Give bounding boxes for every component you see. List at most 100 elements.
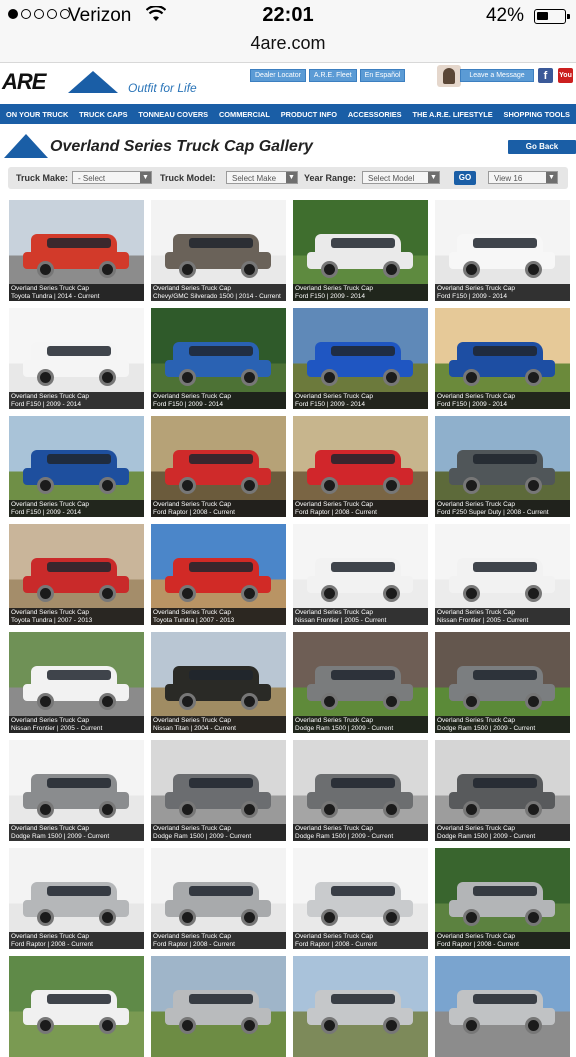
ios-status-bar: Verizon 22:01 42%	[0, 0, 576, 32]
view-count-select[interactable]: View 16 ▼	[488, 171, 558, 184]
gallery-tile[interactable]: Overland Series Truck Cap Nissan Frontier…	[435, 524, 570, 625]
year-range-select[interactable]: Select Model ▼	[362, 171, 440, 184]
gallery-tile[interactable]: Overland Series Truck Cap Dodge Ram 1500 …	[435, 740, 570, 841]
gallery-tile[interactable]: Overland Series Truck Cap Ford F250 Super…	[435, 416, 570, 517]
gallery-tile[interactable]: Overland Series Truck Cap Toyota Tundra |…	[151, 524, 286, 625]
tile-caption: Overland Series Truck Cap Dodge Ram 1500 …	[435, 824, 570, 841]
facebook-icon[interactable]: f	[538, 68, 553, 83]
support-avatar	[437, 65, 461, 87]
gallery-title-row: Overland Series Truck Cap Gallery	[0, 130, 576, 164]
caption-vehicle: Ford F150 | 2009 - 2014	[11, 509, 81, 516]
truck-photo[interactable]	[151, 956, 286, 1057]
truck-make-label: Truck Make:	[16, 173, 69, 183]
caption-title: Overland Series Truck Cap	[295, 717, 374, 724]
gallery-tile[interactable]: Overland Series Truck Cap Ford F150 | 200…	[435, 200, 570, 301]
gallery-tile[interactable]	[293, 956, 428, 1057]
caption-vehicle: Ford F150 | 2009 - 2014	[437, 401, 507, 408]
nav-shopping-tools[interactable]: SHOPPING TOOLS	[504, 110, 570, 119]
gallery-tile[interactable]: Overland Series Truck Cap Chevy/GMC Silve…	[151, 200, 286, 301]
gallery-tile[interactable]: Overland Series Truck Cap Dodge Ram 1500 …	[435, 632, 570, 733]
truck-model-select[interactable]: Select Make ▼	[226, 171, 298, 184]
address-bar[interactable]: 4are.com	[0, 32, 576, 63]
gallery-tile[interactable]: Overland Series Truck Cap Ford Raptor | 2…	[293, 416, 428, 517]
tile-caption: Overland Series Truck Cap Toyota Tundra |…	[9, 608, 144, 625]
nav-accessories[interactable]: ACCESSORIES	[348, 110, 402, 119]
gallery-tile[interactable]	[435, 956, 570, 1057]
gallery-tile[interactable]: Overland Series Truck Cap Ford Raptor | 2…	[9, 848, 144, 949]
caption-vehicle: Dodge Ram 1500 | 2009 - Current	[295, 833, 394, 840]
caption-vehicle: Ford F150 | 2009 - 2014	[153, 401, 223, 408]
caption-title: Overland Series Truck Cap	[153, 609, 232, 616]
gallery-tile[interactable]: Overland Series Truck Cap Ford F150 | 200…	[435, 308, 570, 409]
caption-title: Overland Series Truck Cap	[11, 285, 90, 292]
go-back-button[interactable]: Go Back	[508, 140, 576, 154]
caption-title: Overland Series Truck Cap	[295, 825, 374, 832]
espanol-link[interactable]: En Español	[359, 69, 406, 82]
gallery-tile[interactable]	[9, 956, 144, 1057]
nav-are-lifestyle[interactable]: THE A.R.E. LIFESTYLE	[412, 110, 492, 119]
nav-tonneau-covers[interactable]: TONNEAU COVERS	[138, 110, 208, 119]
url-text[interactable]: 4are.com	[0, 32, 576, 54]
caption-title: Overland Series Truck Cap	[437, 609, 516, 616]
go-button[interactable]: GO	[454, 171, 476, 185]
truck-make-select[interactable]: - Select ▼	[72, 171, 152, 184]
tile-caption: Overland Series Truck Cap Dodge Ram 1500 …	[9, 824, 144, 841]
truck-photo[interactable]	[435, 956, 570, 1057]
caption-title: Overland Series Truck Cap	[11, 609, 90, 616]
gallery-tile[interactable]: Overland Series Truck Cap Ford Raptor | 2…	[435, 848, 570, 949]
gallery-tile[interactable]: Overland Series Truck Cap Nissan Frontier…	[9, 632, 144, 733]
truck-photo[interactable]	[293, 956, 428, 1057]
tile-caption: Overland Series Truck Cap Dodge Ram 1500 …	[293, 824, 428, 841]
gallery-tile[interactable]: Overland Series Truck Cap Ford F150 | 200…	[293, 200, 428, 301]
tile-caption: Overland Series Truck Cap Nissan Frontier…	[435, 608, 570, 625]
gallery-tile[interactable]: Overland Series Truck Cap Nissan Titan | …	[151, 632, 286, 733]
gallery-tile[interactable]: Overland Series Truck Cap Ford F150 | 200…	[151, 308, 286, 409]
gallery-tile[interactable]	[151, 956, 286, 1057]
caption-title: Overland Series Truck Cap	[11, 393, 90, 400]
gallery-tile[interactable]: Overland Series Truck Cap Ford F150 | 200…	[9, 308, 144, 409]
gallery-tile[interactable]: Overland Series Truck Cap Ford Raptor | 2…	[293, 848, 428, 949]
gallery-tile[interactable]: Overland Series Truck Cap Ford Raptor | 2…	[151, 848, 286, 949]
caption-title: Overland Series Truck Cap	[437, 717, 516, 724]
caption-title: Overland Series Truck Cap	[153, 285, 232, 292]
gallery-tile[interactable]: Overland Series Truck Cap Toyota Tundra |…	[9, 200, 144, 301]
caption-title: Overland Series Truck Cap	[437, 501, 516, 508]
gallery-tile[interactable]: Overland Series Truck Cap Dodge Ram 1500 …	[9, 740, 144, 841]
site-header: ARE Outfit for Life Dealer Locator A.R.E…	[0, 63, 576, 104]
tile-caption: Overland Series Truck Cap Nissan Frontier…	[293, 608, 428, 625]
battery-percent: 42%	[485, 5, 524, 26]
gallery-tile[interactable]: Overland Series Truck Cap Dodge Ram 1500 …	[293, 632, 428, 733]
truck-model-label: Truck Model:	[160, 173, 216, 183]
dealer-locator-link[interactable]: Dealer Locator	[250, 69, 306, 82]
leave-message-button[interactable]: Leave a Message	[460, 69, 534, 82]
gallery-tile[interactable]: Overland Series Truck Cap Dodge Ram 1500 …	[293, 740, 428, 841]
nav-truck-caps[interactable]: TRUCK CAPS	[79, 110, 127, 119]
gallery-tile[interactable]: Overland Series Truck Cap Ford F150 | 200…	[9, 416, 144, 517]
caption-vehicle: Dodge Ram 1500 | 2009 - Current	[295, 725, 394, 732]
tagline: Outfit for Life	[128, 81, 197, 95]
gallery-tile[interactable]: Overland Series Truck Cap Ford Raptor | 2…	[151, 416, 286, 517]
year-range-label: Year Range:	[304, 173, 357, 183]
gallery-tile[interactable]: Overland Series Truck Cap Nissan Frontier…	[293, 524, 428, 625]
caption-vehicle: Nissan Frontier | 2005 - Current	[437, 617, 529, 624]
caption-vehicle: Nissan Frontier | 2005 - Current	[295, 617, 387, 624]
tile-caption: Overland Series Truck Cap Toyota Tundra |…	[9, 284, 144, 301]
truck-photo[interactable]	[9, 956, 144, 1057]
caption-vehicle: Ford F250 Super Duty | 2008 - Current	[437, 509, 549, 516]
nav-commercial[interactable]: COMMERCIAL	[219, 110, 270, 119]
page-title: Overland Series Truck Cap Gallery	[50, 138, 313, 155]
caption-title: Overland Series Truck Cap	[11, 717, 90, 724]
caption-vehicle: Nissan Titan | 2004 - Current	[153, 725, 236, 732]
gallery-tile[interactable]: Overland Series Truck Cap Ford F150 | 200…	[293, 308, 428, 409]
youtube-icon[interactable]: You	[558, 68, 573, 83]
dropdown-arrow-icon: ▼	[140, 172, 151, 183]
caption-title: Overland Series Truck Cap	[11, 501, 90, 508]
nav-product-info[interactable]: PRODUCT INFO	[281, 110, 337, 119]
gallery-tile[interactable]: Overland Series Truck Cap Dodge Ram 1500 …	[151, 740, 286, 841]
are-fleet-link[interactable]: A.R.E. Fleet	[308, 69, 357, 82]
tile-caption: Overland Series Truck Cap Ford Raptor | 2…	[293, 932, 428, 949]
are-logo[interactable]: ARE	[2, 69, 120, 95]
caption-title: Overland Series Truck Cap	[437, 393, 516, 400]
gallery-tile[interactable]: Overland Series Truck Cap Toyota Tundra |…	[9, 524, 144, 625]
nav-on-your-truck[interactable]: ON YOUR TRUCK	[6, 110, 68, 119]
